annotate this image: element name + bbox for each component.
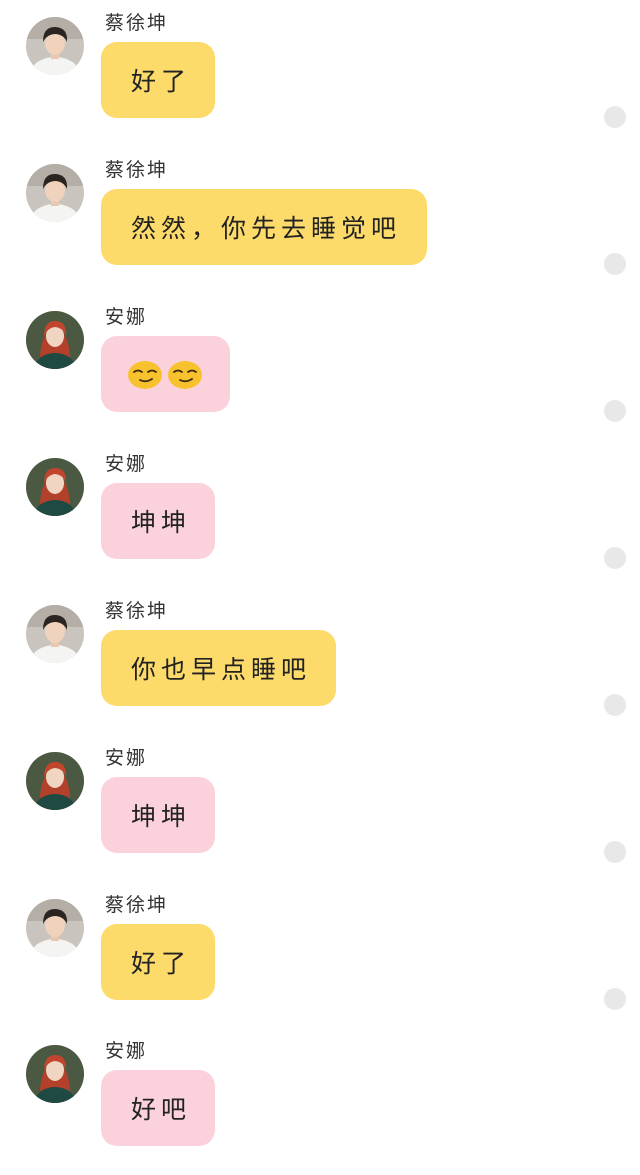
chat-message: 安娜 好吧 — [0, 1028, 640, 1175]
chat-message: 蔡徐坤 好了 — [0, 882, 640, 1029]
sender-name: 安娜 — [105, 747, 148, 769]
sender-name: 安娜 — [105, 306, 148, 328]
chat-message: 蔡徐坤 你也早点睡吧 — [0, 588, 640, 735]
emoji-row — [127, 358, 203, 390]
male-avatar[interactable] — [26, 17, 84, 75]
chat-transcript[interactable]: 蔡徐坤 好了 蔡徐坤 然然，你先去睡觉吧 安娜 安娜 坤坤 蔡徐坤 你也早点睡吧… — [0, 0, 640, 1146]
female-avatar[interactable] — [26, 458, 84, 516]
sender-name: 蔡徐坤 — [105, 12, 169, 34]
smirk-emoji-icon — [127, 358, 163, 390]
message-bubble[interactable]: 好了 — [101, 42, 215, 118]
read-status-icon — [604, 841, 626, 863]
read-status-icon — [604, 694, 626, 716]
male-avatar[interactable] — [26, 164, 84, 222]
chat-message: 安娜 — [0, 294, 640, 441]
read-status-icon — [604, 400, 626, 422]
read-status-icon — [604, 547, 626, 569]
female-avatar[interactable] — [26, 311, 84, 369]
smirk-emoji-icon — [167, 358, 203, 390]
message-bubble[interactable]: 好了 — [101, 924, 215, 1000]
female-avatar[interactable] — [26, 752, 84, 810]
message-bubble[interactable]: 然然，你先去睡觉吧 — [101, 189, 427, 265]
message-bubble[interactable]: 坤坤 — [101, 483, 215, 559]
sender-name: 安娜 — [105, 453, 148, 475]
message-bubble[interactable]: 你也早点睡吧 — [101, 630, 336, 706]
female-avatar[interactable] — [26, 1045, 84, 1103]
chat-message: 安娜 坤坤 — [0, 441, 640, 588]
chat-message: 蔡徐坤 好了 — [0, 0, 640, 147]
male-avatar[interactable] — [26, 899, 84, 957]
sender-name: 蔡徐坤 — [105, 600, 169, 622]
message-bubble[interactable]: 好吧 — [101, 1070, 215, 1146]
read-status-icon — [604, 988, 626, 1010]
chat-message: 安娜 坤坤 — [0, 735, 640, 882]
chat-message: 蔡徐坤 然然，你先去睡觉吧 — [0, 147, 640, 294]
sender-name: 蔡徐坤 — [105, 159, 169, 181]
male-avatar[interactable] — [26, 605, 84, 663]
sender-name: 蔡徐坤 — [105, 894, 169, 916]
message-bubble[interactable] — [101, 336, 230, 412]
sender-name: 安娜 — [105, 1040, 148, 1062]
message-bubble[interactable]: 坤坤 — [101, 777, 215, 853]
read-status-icon — [604, 253, 626, 275]
read-status-icon — [604, 106, 626, 128]
